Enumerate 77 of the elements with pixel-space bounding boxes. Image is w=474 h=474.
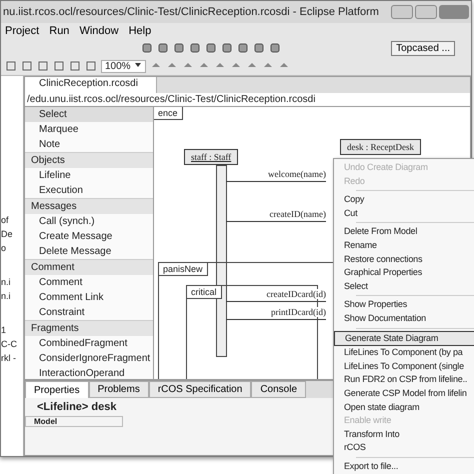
palette-tool[interactable]: InteractionOperand [25,366,153,379]
toolbar-icon[interactable] [69,60,81,72]
menu-item[interactable]: Generate CSP Model from lifelin [334,386,474,400]
toolbar-icon[interactable] [221,42,233,54]
menu-item[interactable]: Show Documentation [334,312,474,326]
lifeline-head[interactable]: desk : ReceptDesk [340,139,421,155]
menu-item[interactable]: Rename [334,238,474,253]
toolbar-icon[interactable] [205,42,217,54]
menu-item[interactable]: Select [334,280,474,294]
tree-item-text: n.i [1,290,12,302]
toolbar-icon[interactable] [21,60,33,72]
tree-item-text: De [1,228,14,240]
section-tab[interactable]: Model [25,416,123,427]
palette-tool[interactable]: CombinedFragment [25,336,153,351]
view-tab[interactable]: rCOS Specification [148,381,252,398]
tree-item-text: C-C [1,338,18,350]
toolbar-icon[interactable] [173,42,185,54]
palette-tool[interactable]: Comment Link [25,290,153,305]
menu-item[interactable]: Delete From Model [334,225,474,239]
palette-tool[interactable]: Marquee [25,122,153,137]
toolbar-icon[interactable] [37,60,49,72]
palette-tool[interactable]: Call (synch.) [25,214,153,229]
tree-item-text: rkl - [1,352,17,364]
menu-item[interactable]: Run FDR2 on CSP from lifeline.. [334,373,474,387]
menu-item[interactable]: Cut [334,206,474,220]
menu-item[interactable]: Graphical Properties [334,266,474,280]
menu-item[interactable]: Copy [334,193,474,207]
palette-tool[interactable]: Constraint [25,305,153,320]
palette-tool[interactable]: Execution [25,183,153,198]
properties-title: <Lifeline> desk [36,400,118,415]
toolbar-icon[interactable] [237,42,249,54]
toolbar-icon[interactable] [141,42,153,54]
palette-tool[interactable]: Note [25,137,153,152]
caret-icon [134,60,142,68]
toolbar-icon[interactable] [253,42,265,54]
window-title: nu.iist.rcos.ocl/resources/Clinic-Test/ClinicReception.rcosdi - Eclipse Platform [3,6,380,18]
palette-tool[interactable]: Create Message [25,229,153,244]
toolbar-icon[interactable] [269,42,281,54]
palette-drawer[interactable]: Objects [25,152,153,168]
perspective-button[interactable]: Topcased ... [391,40,455,56]
menu-item[interactable]: Window [77,25,121,37]
tree-item-text: o [1,242,8,254]
toolbar-icon[interactable] [85,60,97,72]
toolbar-icon[interactable] [189,42,201,54]
view-tab[interactable]: Console [251,381,306,398]
palette-tool[interactable]: ConsiderIgnoreFragment [25,351,153,366]
palette-drawer[interactable]: Messages [25,198,153,214]
frame-label: ence [154,107,183,120]
lifeline-head[interactable]: staff : Staff [184,149,238,165]
view-tab[interactable]: Properties [25,381,89,398]
toolbar-icon[interactable] [53,60,65,72]
toolbar-icon[interactable] [5,60,17,72]
menu-item[interactable]: Export to file... [334,460,474,474]
editor-tab[interactable]: ClinicReception.rcosdi [25,77,157,93]
palette-tool[interactable]: Select [25,107,153,122]
palette-drawer[interactable]: Fragments [25,320,153,336]
menu-item[interactable]: Run [47,25,72,37]
zoom-combo[interactable]: 100% [101,60,146,72]
tree-item-text: n.i [1,276,12,288]
toolbar-icon[interactable] [157,42,169,54]
menu-item[interactable]: Transform Into [334,428,474,442]
palette-tool[interactable]: Lifeline [25,168,153,183]
palette-drawer[interactable]: Comment [25,259,153,275]
menu-item[interactable]: LifeLines To Component (by pa [334,346,474,360]
menu-item[interactable]: Show Properties [334,298,474,312]
menu-item[interactable]: Generate State Diagram [334,330,474,346]
menu-item[interactable]: rCOS [334,441,474,455]
menu-item[interactable]: Project [3,25,42,37]
tree-item-text: 1 [1,324,8,336]
palette-tool[interactable]: Delete Message [25,244,153,259]
menu-item[interactable]: Restore connections [334,252,474,266]
view-tab[interactable]: Problems [88,381,149,398]
tree-item-text: of [1,214,10,226]
menu-item[interactable]: Help [126,25,154,37]
palette-tool[interactable]: Comment [25,275,153,290]
menu-item[interactable]: Open state diagram [334,400,474,414]
menu-item[interactable]: LifeLines To Component (single [334,360,474,374]
